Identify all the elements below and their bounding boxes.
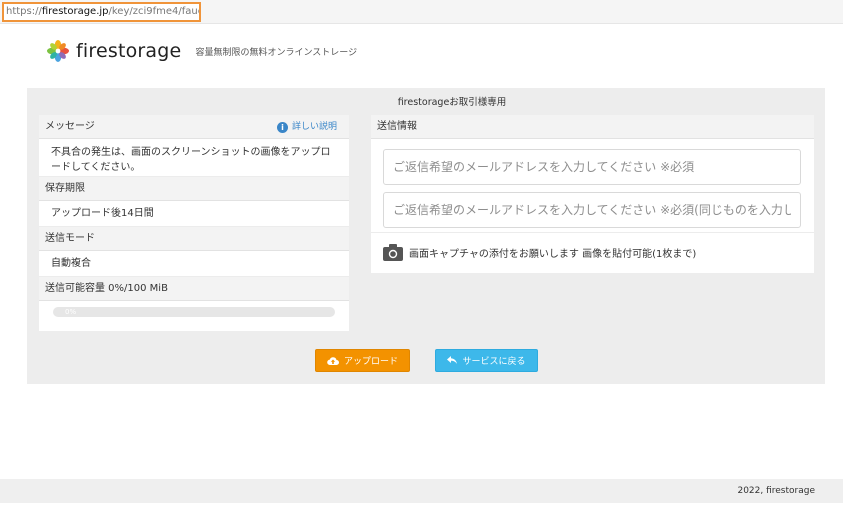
url-field[interactable]: https://firestorage.jp/key/zci9fme4/fauc… bbox=[2, 2, 201, 22]
url-protocol: https:// bbox=[6, 6, 42, 17]
back-button-label: サービスに戻る bbox=[462, 357, 526, 367]
footer: 2022, firestorage bbox=[0, 479, 843, 503]
info-card: メッセージ i 詳しい説明 不具合の発生は、画面のスクリーンショットの画像をアッ… bbox=[39, 115, 349, 331]
detail-link[interactable]: i 詳しい説明 bbox=[276, 115, 337, 139]
site-header: firestorage 容量無制限の無料オンラインストレージ bbox=[46, 36, 357, 66]
mode-label: 送信モード bbox=[39, 227, 349, 251]
reply-arrow-icon bbox=[447, 356, 458, 364]
camera-icon[interactable] bbox=[383, 243, 403, 261]
url-path: /key/zci9fme4/faucf44w bbox=[108, 6, 200, 17]
upload-button[interactable]: アップロード bbox=[315, 349, 410, 372]
capacity-progress-bar: 0% bbox=[53, 307, 335, 317]
upload-panel: firestorageお取引様専用 メッセージ i 詳しい説明 不具合の発生は、… bbox=[27, 88, 825, 384]
info-icon: i bbox=[276, 121, 288, 133]
retention-value: アップロード後14日間 bbox=[39, 201, 349, 227]
cloud-upload-icon bbox=[327, 357, 339, 365]
capacity-label: 送信可能容量 0%/100 MiB bbox=[39, 277, 349, 301]
capacity-progress-row: 0% bbox=[39, 301, 349, 323]
footer-text: 2022, firestorage bbox=[737, 486, 815, 496]
send-info-label: 送信情報 bbox=[371, 115, 814, 139]
progress-label: 0% bbox=[65, 308, 77, 316]
panel-caption: firestorageお取引様専用 bbox=[397, 97, 507, 108]
capture-attach[interactable]: 画面キャプチャの添付をお願いします 画像を貼付可能(1枚まで) bbox=[371, 233, 814, 271]
email-confirm-field[interactable] bbox=[383, 192, 801, 228]
logo-text[interactable]: firestorage bbox=[76, 40, 181, 62]
email-field[interactable] bbox=[383, 149, 801, 185]
tagline: 容量無制限の無料オンラインストレージ bbox=[195, 47, 358, 58]
address-bar: https://firestorage.jp/key/zci9fme4/fauc… bbox=[0, 0, 843, 24]
capture-text: 画面キャプチャの添付をお願いします 画像を貼付可能(1枚まで) bbox=[409, 248, 697, 260]
upload-button-label: アップロード bbox=[343, 357, 398, 367]
message-label: メッセージ bbox=[45, 121, 95, 132]
mode-value: 自動複合 bbox=[39, 251, 349, 277]
logo-flower-icon[interactable] bbox=[46, 39, 70, 63]
url-host: firestorage.jp bbox=[41, 6, 109, 17]
message-header: メッセージ i 詳しい説明 bbox=[39, 115, 349, 139]
send-info-card: 送信情報 画面キャプチャの添付をお願いします 画像を貼付可能(1枚まで) bbox=[371, 115, 814, 273]
retention-label: 保存期限 bbox=[39, 177, 349, 201]
detail-link-label[interactable]: 詳しい説明 bbox=[292, 115, 337, 139]
email-fields bbox=[371, 139, 814, 233]
message-text: 不具合の発生は、画面のスクリーンショットの画像をアップロードしてください。 bbox=[39, 139, 349, 177]
back-to-service-button[interactable]: サービスに戻る bbox=[435, 349, 538, 372]
